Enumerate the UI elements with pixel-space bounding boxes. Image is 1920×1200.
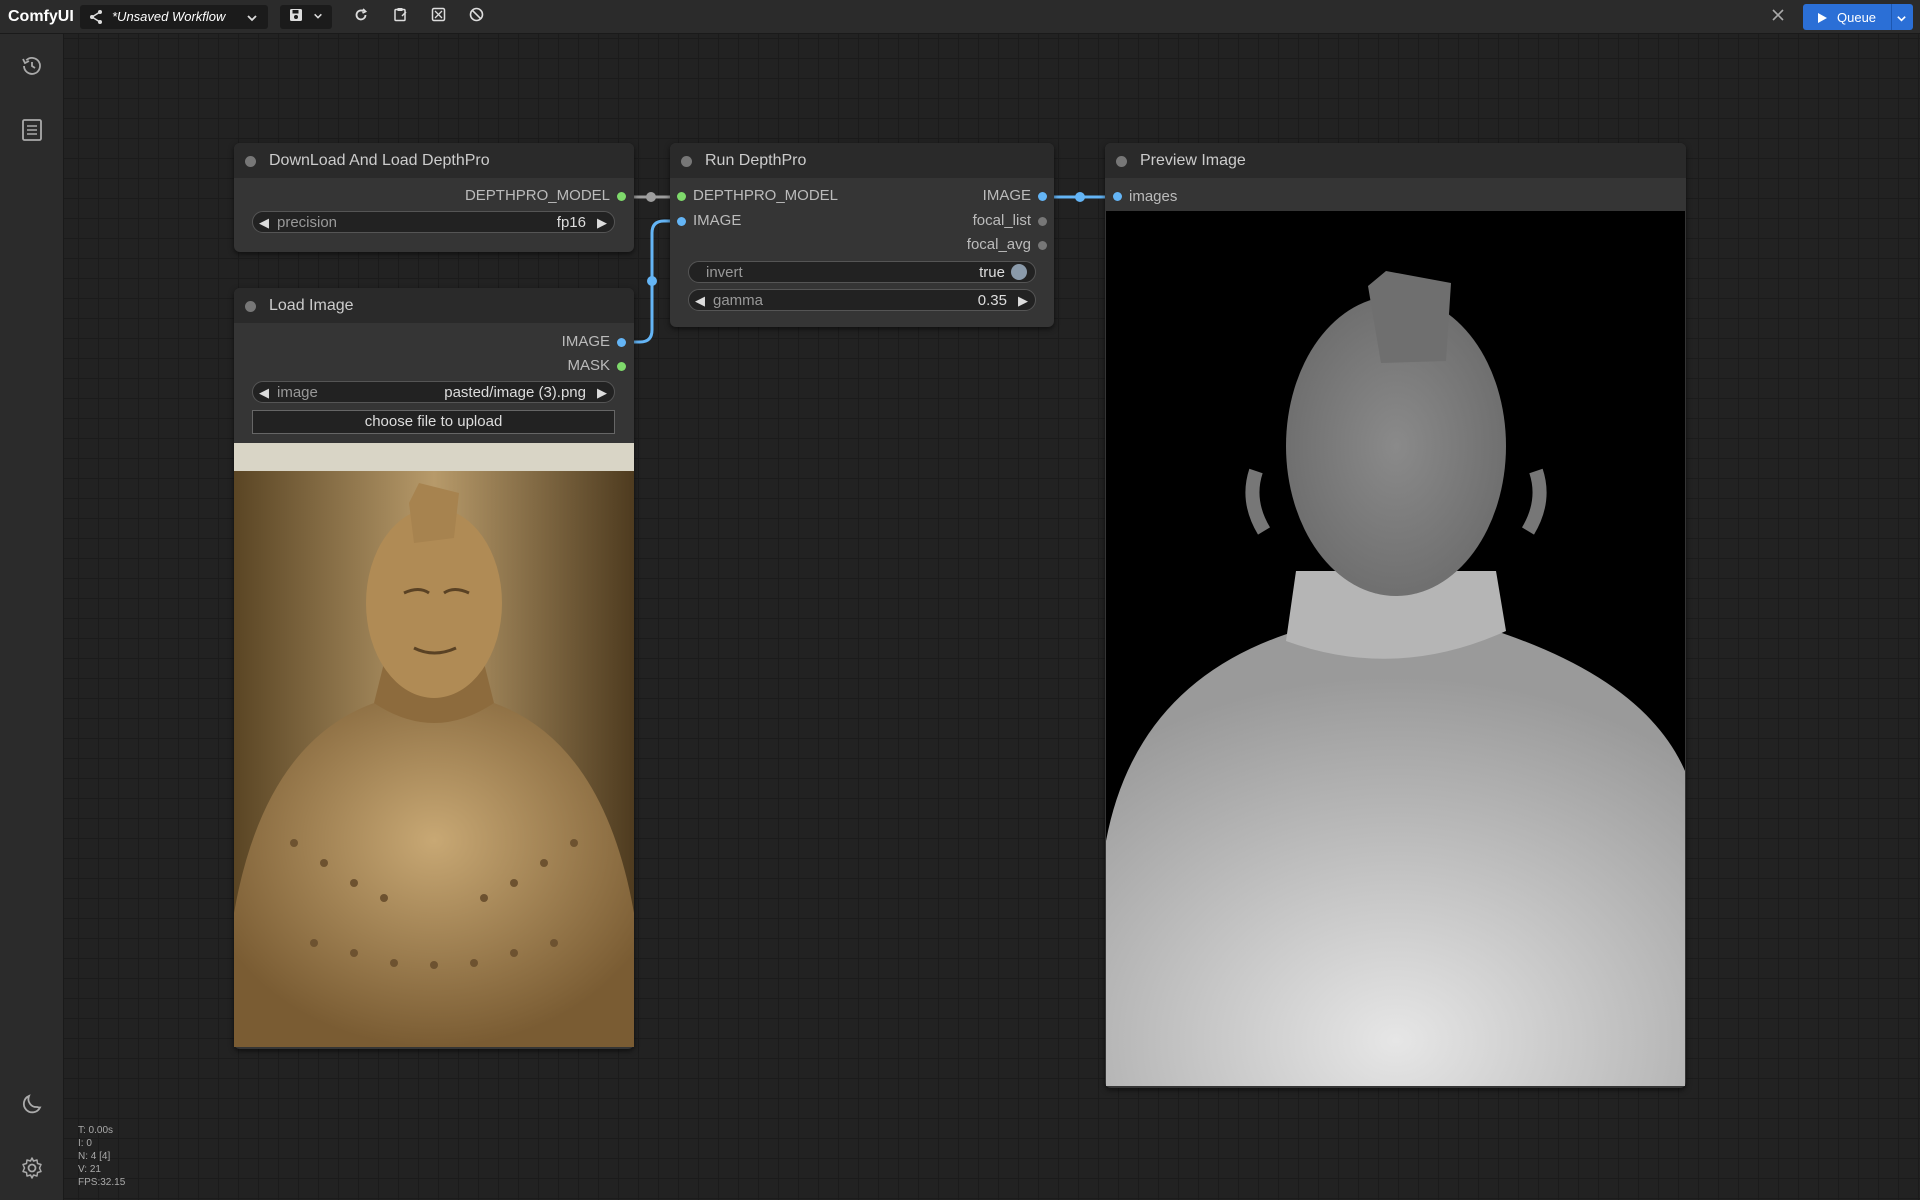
cancel-icon [469,7,484,27]
fit-view-button[interactable] [426,5,450,29]
library-icon[interactable] [16,114,48,146]
moon-icon[interactable] [16,1088,48,1120]
refresh-icon [354,7,368,27]
collapse-dot[interactable] [1116,156,1127,167]
widget-label: gamma [713,292,764,309]
stat-nodes: N: 4 [4] [78,1151,111,1162]
input-slot-image[interactable] [677,217,686,226]
chevron-down-icon[interactable] [246,11,258,29]
clipboard-icon [393,7,408,27]
widget-value: fp16 [556,214,586,231]
history-icon[interactable] [16,50,48,82]
play-icon [1817,11,1828,29]
loaded-image-thumbnail [234,443,634,1047]
widget-value: true [979,264,1005,281]
chevron-down-icon[interactable] [1896,11,1907,29]
depth-preview-image [1106,211,1685,1086]
refresh-button[interactable] [349,5,373,29]
increment-arrow-icon[interactable]: ▶ [597,215,607,231]
output-slot-focal-avg[interactable] [1038,241,1047,250]
output-slot-label: focal_list [972,212,1031,229]
workflow-tab[interactable]: *Unsaved Workflow [80,5,268,29]
top-menubar: ComfyUI *Unsaved Workflow Queue [0,0,1920,34]
widget-value: 0.35 [977,292,1007,309]
decrement-arrow-icon[interactable]: ◀ [259,215,269,231]
output-slot-label: IMAGE [561,333,610,350]
render-stats: T: 0.00s I: 0 N: 4 [4] V: 21 FPS:32.15 [78,1124,125,1189]
save-icon [289,8,303,27]
stat-time: T: 0.00s [78,1125,114,1136]
output-slot-image[interactable] [1038,192,1047,201]
widget-label: precision [277,214,338,231]
widget-value: pasted/image (3).png [444,384,586,401]
stat-vertices: V: 21 [78,1164,101,1175]
fit-view-icon [431,7,446,27]
queue-divider [1891,4,1892,30]
node-title: DownLoad And Load DepthPro [269,152,490,169]
decrement-arrow-icon[interactable]: ◀ [695,293,705,309]
widget-label: image [277,384,318,401]
share-icon [88,9,104,30]
node-title-bar[interactable]: DownLoad And Load DepthPro [234,143,634,178]
upload-button[interactable]: choose file to upload [252,410,615,434]
gear-icon[interactable] [16,1152,48,1184]
chevron-down-icon[interactable] [313,8,323,26]
queue-button[interactable]: Queue [1803,4,1913,30]
collapse-dot[interactable] [681,156,692,167]
output-slot-mask[interactable] [617,362,626,371]
save-button[interactable] [280,5,332,29]
sidebar [0,34,64,1200]
invert-toggle[interactable]: invert true [688,261,1036,283]
input-slot-label: images [1129,188,1178,205]
clipboard-button[interactable] [388,5,412,29]
output-slot-label: DEPTHPRO_MODEL [464,187,610,204]
queue-label: Queue [1837,10,1877,25]
output-slot-depthpro-model[interactable] [617,192,626,201]
app-brand: ComfyUI [8,8,74,25]
node-title-bar[interactable]: Preview Image [1105,143,1686,178]
increment-arrow-icon[interactable]: ▶ [597,385,607,401]
output-slot-label: MASK [567,357,610,374]
output-slot-label: IMAGE [982,187,1031,204]
stat-fps: FPS:32.15 [78,1177,126,1188]
output-slot-label: focal_avg [966,236,1031,253]
input-slot-label: IMAGE [693,212,742,229]
input-slot-label: DEPTHPRO_MODEL [693,187,839,204]
decrement-arrow-icon[interactable]: ◀ [259,385,269,401]
node-title: Load Image [269,297,354,314]
input-slot-depthpro-model[interactable] [677,192,686,201]
node-title-bar[interactable]: Load Image [234,288,634,323]
clear-button[interactable] [464,5,488,29]
node-title: Preview Image [1140,152,1246,169]
close-button[interactable] [1764,4,1792,30]
node-title: Run DepthPro [705,152,807,169]
collapse-dot[interactable] [245,156,256,167]
output-slot-image[interactable] [617,338,626,347]
node-title-bar[interactable]: Run DepthPro [670,143,1054,178]
stat-iterations: I: 0 [78,1138,92,1149]
toggle-knob[interactable] [1011,264,1027,280]
close-icon [1772,8,1784,26]
precision-combo[interactable]: ◀ precision fp16 ▶ [252,211,615,233]
output-slot-focal-list[interactable] [1038,217,1047,226]
widget-label: invert [706,264,743,281]
input-slot-images[interactable] [1113,192,1122,201]
gamma-number[interactable]: ◀ gamma 0.35 ▶ [688,289,1036,311]
workflow-title: *Unsaved Workflow [112,9,226,24]
image-combo[interactable]: ◀ image pasted/image (3).png ▶ [252,381,615,403]
increment-arrow-icon[interactable]: ▶ [1018,293,1028,309]
collapse-dot[interactable] [245,301,256,312]
